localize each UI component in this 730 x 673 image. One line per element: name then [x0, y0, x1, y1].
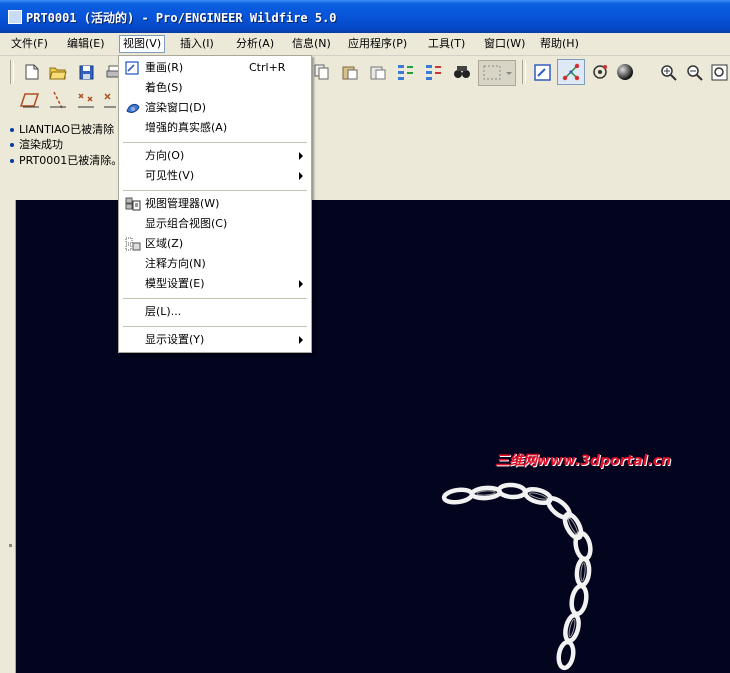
menu-item-render-window[interactable]: 渲染窗口(D): [121, 98, 309, 118]
copy-icon[interactable]: [312, 62, 332, 82]
paste-icon[interactable]: [340, 62, 360, 82]
zone-icon: [125, 237, 141, 251]
paste-special-icon[interactable]: [368, 62, 388, 82]
repaint-icon: [125, 61, 141, 75]
view-manager-icon: [125, 197, 141, 211]
toolbar-grip: [10, 60, 14, 84]
menu-item-annotation-orientation[interactable]: 注释方向(N): [121, 254, 309, 274]
toolbars: [0, 56, 730, 120]
repaint-icon[interactable]: [532, 62, 552, 82]
toolbar-separator: [522, 60, 526, 84]
refit-icon[interactable]: [709, 62, 729, 82]
bullet-icon: [10, 143, 14, 147]
bullet-icon: [10, 128, 14, 132]
menu-bar: 文件(F) 编辑(E) 视图(V) 插入(I) 分析(A) 信息(N) 应用程序…: [0, 33, 730, 56]
menu-item-combined-views[interactable]: 显示组合视图(C): [121, 214, 309, 234]
coordinate-system-icon[interactable]: [102, 90, 116, 110]
title-bar: PRT0001 (活动的) - Pro/ENGINEER Wildfire 5.…: [0, 0, 730, 33]
menu-insert[interactable]: 插入(I): [177, 36, 217, 52]
app-icon: [8, 10, 22, 24]
menu-item-display-settings[interactable]: 显示设置(Y): [121, 330, 309, 350]
message-line: 渲染成功: [10, 138, 63, 152]
menu-item-layers[interactable]: 层(L)...: [121, 302, 309, 322]
regenerate-icon[interactable]: [396, 62, 416, 82]
submenu-arrow-icon: [299, 152, 303, 160]
view-menu-dropdown: 重画(R) Ctrl+R 着色(S) 渲染窗口(D) 增强的真实感(A) 方向(…: [118, 55, 312, 353]
menu-view[interactable]: 视图(V): [119, 35, 166, 53]
menu-item-zone[interactable]: 区域(Z): [121, 234, 309, 254]
menu-item-repaint[interactable]: 重画(R) Ctrl+R: [121, 58, 309, 78]
open-folder-icon[interactable]: [48, 62, 68, 82]
menu-separator: [123, 298, 307, 299]
submenu-arrow-icon: [299, 280, 303, 288]
orient-mode-icon[interactable]: [590, 62, 610, 82]
menu-item-enhanced-realism[interactable]: 增强的真实感(A): [121, 118, 309, 138]
datum-axis-icon[interactable]: [48, 90, 68, 110]
menu-applications[interactable]: 应用程序(P): [345, 36, 410, 52]
message-line: PRT0001已被清除。: [10, 154, 122, 168]
menu-separator: [123, 142, 307, 143]
datum-plane-icon[interactable]: [20, 90, 40, 110]
menu-window[interactable]: 窗口(W): [481, 36, 528, 52]
save-icon[interactable]: [76, 62, 96, 82]
menu-help[interactable]: 帮助(H): [537, 36, 582, 52]
menu-item-view-manager[interactable]: 视图管理器(W): [121, 194, 309, 214]
spin-center-icon[interactable]: [557, 59, 585, 85]
submenu-arrow-icon: [299, 336, 303, 344]
render-window-icon: [125, 101, 141, 115]
menu-item-visibility[interactable]: 可见性(V): [121, 166, 309, 186]
menu-tools[interactable]: 工具(T): [425, 36, 468, 52]
menu-info[interactable]: 信息(N): [289, 36, 334, 52]
window-title: PRT0001 (活动的) - Pro/ENGINEER Wildfire 5.…: [26, 11, 337, 25]
regenerate-manager-icon[interactable]: [424, 62, 444, 82]
menu-file[interactable]: 文件(F): [8, 36, 51, 52]
shading-sphere-icon[interactable]: [616, 62, 636, 82]
submenu-arrow-icon: [299, 172, 303, 180]
sash-handle: [9, 544, 12, 547]
find-icon[interactable]: [452, 62, 472, 82]
menu-item-model-setup[interactable]: 模型设置(E): [121, 274, 309, 294]
zoom-in-icon[interactable]: [658, 62, 678, 82]
datum-point-icon[interactable]: [76, 90, 96, 110]
message-area: LIANTIAO已被清除 渲染成功 PRT0001已被清除。: [0, 120, 730, 200]
bullet-icon: [10, 159, 14, 163]
menu-separator: [123, 190, 307, 191]
menu-item-orientation[interactable]: 方向(O): [121, 146, 309, 166]
left-panel-strip[interactable]: [0, 200, 16, 673]
message-line: LIANTIAO已被清除: [10, 123, 114, 137]
menu-edit[interactable]: 编辑(E): [64, 36, 108, 52]
menu-item-shade[interactable]: 着色(S): [121, 78, 309, 98]
menu-analysis[interactable]: 分析(A): [233, 36, 277, 52]
menu-separator: [123, 326, 307, 327]
watermark: 三维网www.3dportal.cn: [495, 453, 672, 469]
select-box-icon[interactable]: [478, 60, 516, 86]
new-file-icon[interactable]: [22, 62, 42, 82]
zoom-out-icon[interactable]: [684, 62, 704, 82]
